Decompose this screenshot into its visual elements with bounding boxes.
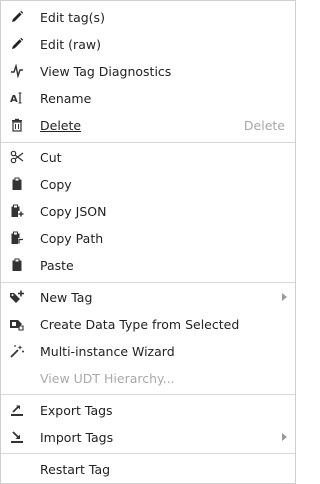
scissors-icon	[9, 149, 25, 165]
menu-item-label: Export Tags	[40, 403, 113, 418]
menu-item-label: Edit tag(s)	[40, 10, 105, 25]
menu-item-label: Copy Path	[40, 231, 104, 246]
menu-item-label: Multi-instance Wizard	[40, 344, 175, 359]
menu-item-label: Copy	[40, 177, 72, 192]
data-type-icon	[9, 316, 25, 332]
pencil-icon	[9, 36, 25, 52]
clipboard-icon	[9, 176, 25, 192]
menu-item-copy[interactable]: Copy	[1, 171, 295, 198]
menu-item-label: Rename	[40, 91, 92, 106]
menu-item-label: Cut	[40, 150, 62, 165]
shortcut-hint: Delete	[243, 118, 285, 133]
menu-item-delete[interactable]: Delete Delete	[1, 112, 295, 139]
export-icon	[9, 402, 25, 418]
clipboard-plus-icon	[9, 203, 25, 219]
menu-separator	[1, 282, 295, 283]
menu-item-restart-tag[interactable]: Restart Tag	[1, 456, 295, 483]
menu-item-cut[interactable]: Cut	[1, 144, 295, 171]
menu-item-view-udt-hierarchy[interactable]: View UDT Hierarchy...	[1, 365, 295, 392]
menu-item-label: Copy JSON	[40, 204, 107, 219]
menu-item-label: Edit (raw)	[40, 37, 101, 52]
context-menu: Edit tag(s) Edit (raw) View Tag Diagnost…	[0, 0, 296, 484]
menu-separator	[1, 394, 295, 395]
menu-item-edit-tags[interactable]: Edit tag(s)	[1, 4, 295, 31]
menu-item-import-tags[interactable]: Import Tags	[1, 424, 295, 451]
pencil-icon	[9, 9, 25, 25]
menu-separator	[1, 453, 295, 454]
rename-icon: A	[9, 90, 25, 106]
clipboard-path-icon	[9, 230, 25, 246]
submenu-arrow-icon	[282, 433, 287, 441]
import-icon	[9, 429, 25, 445]
menu-item-copy-path[interactable]: Copy Path	[1, 225, 295, 252]
menu-item-copy-json[interactable]: Copy JSON	[1, 198, 295, 225]
menu-item-export-tags[interactable]: Export Tags	[1, 397, 295, 424]
submenu-arrow-icon	[282, 293, 287, 301]
clipboard-icon	[9, 257, 25, 273]
menu-item-view-tag-diagnostics[interactable]: View Tag Diagnostics	[1, 58, 295, 85]
menu-item-edit-raw[interactable]: Edit (raw)	[1, 31, 295, 58]
pulse-icon	[9, 63, 25, 79]
menu-separator	[1, 142, 295, 143]
menu-item-label: Restart Tag	[40, 462, 111, 477]
wand-icon	[9, 343, 25, 359]
menu-item-paste[interactable]: Paste	[1, 252, 295, 279]
menu-item-label: View Tag Diagnostics	[40, 64, 172, 79]
menu-item-multi-instance-wizard[interactable]: Multi-instance Wizard	[1, 338, 295, 365]
menu-item-rename[interactable]: A Rename	[1, 85, 295, 112]
menu-item-new-tag[interactable]: New Tag	[1, 284, 295, 311]
trash-icon	[9, 117, 25, 133]
menu-item-label: Import Tags	[40, 430, 114, 445]
menu-item-label: Delete	[40, 118, 82, 133]
menu-item-create-data-type[interactable]: Create Data Type from Selected	[1, 311, 295, 338]
tag-plus-icon	[9, 289, 25, 305]
menu-item-label: Paste	[40, 258, 74, 273]
menu-item-label: New Tag	[40, 290, 93, 305]
svg-text:A: A	[10, 94, 18, 105]
menu-item-label: View UDT Hierarchy...	[40, 371, 175, 386]
menu-item-label: Create Data Type from Selected	[40, 317, 240, 332]
